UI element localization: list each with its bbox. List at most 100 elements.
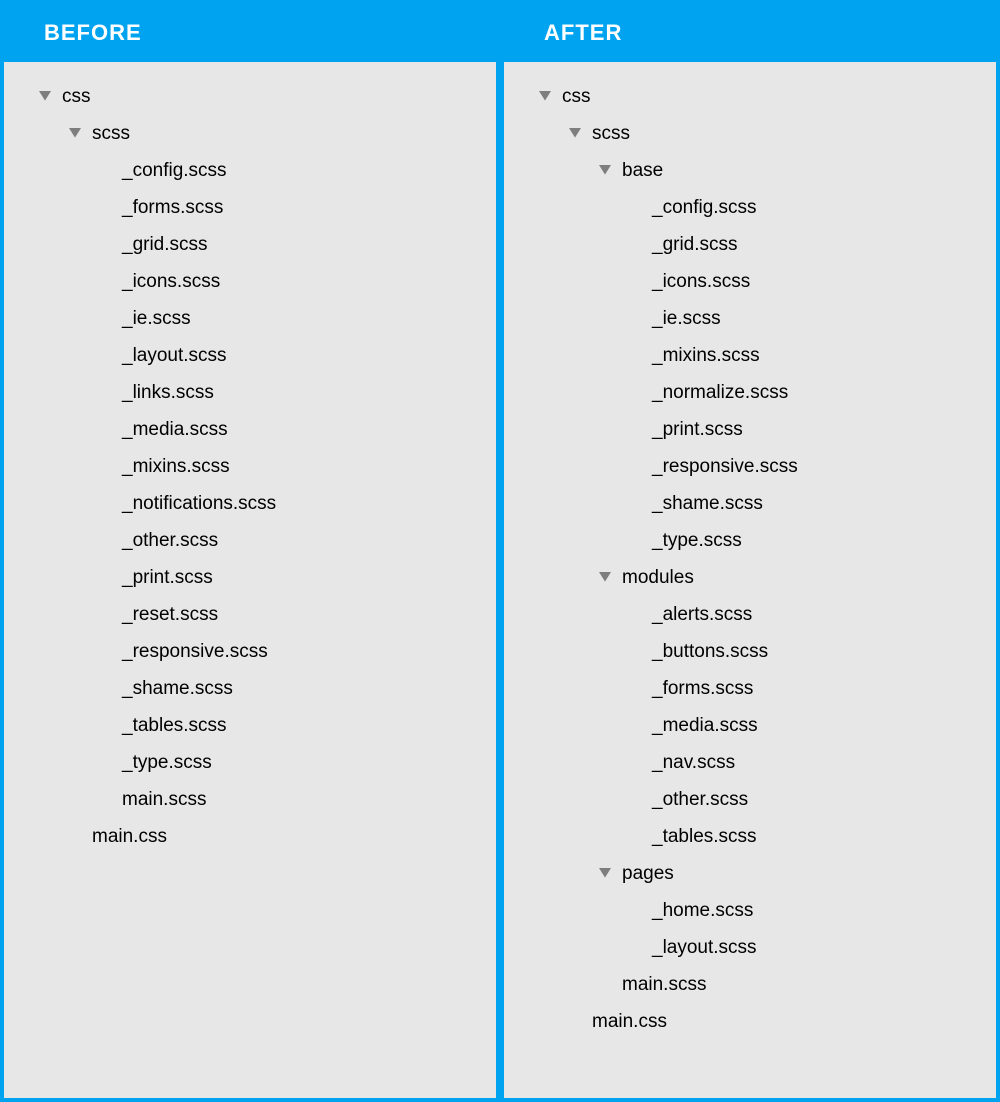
disclosure-triangle-icon[interactable] [566,125,584,143]
tree-file-row[interactable]: _icons.scss [36,263,476,300]
file-label: _other.scss [122,531,218,550]
tree-file-row[interactable]: _forms.scss [36,189,476,226]
folder-label: scss [592,124,630,143]
file-label: _forms.scss [122,198,223,217]
tree-file-row[interactable]: _grid.scss [36,226,476,263]
file-label: _normalize.scss [652,383,788,402]
file-label: main.scss [622,975,706,994]
file-label: _ie.scss [122,309,191,328]
after-panel: AFTER cssscss base _config.scss _grid.scss _… [500,0,1000,1102]
before-header: BEFORE [4,4,496,62]
tree-file-row[interactable]: _responsive.scss [536,448,976,485]
tree-file-row[interactable]: main.scss [536,966,976,1003]
folder-label: css [562,87,591,106]
file-label: _media.scss [122,420,228,439]
file-label: _links.scss [122,383,214,402]
tree-file-row[interactable]: _other.scss [536,781,976,818]
tree-folder-row[interactable]: modules [536,559,976,596]
disclosure-triangle-icon[interactable] [536,88,554,106]
tree-folder-row[interactable]: pages [536,855,976,892]
tree-file-row[interactable]: _config.scss [536,189,976,226]
file-label: _notifications.scss [122,494,276,513]
tree-file-row[interactable]: _print.scss [36,559,476,596]
file-label: _responsive.scss [122,642,268,661]
file-label: _shame.scss [652,494,763,513]
tree-file-row[interactable]: main.css [36,818,476,855]
tree-file-row[interactable]: main.scss [36,781,476,818]
file-label: main.css [92,827,167,846]
file-label: _config.scss [652,198,757,217]
file-label: _icons.scss [652,272,750,291]
tree-file-row[interactable]: _forms.scss [536,670,976,707]
folder-label: pages [622,864,674,883]
tree-file-row[interactable]: _media.scss [36,411,476,448]
tree-file-row[interactable]: _layout.scss [536,929,976,966]
tree-file-row[interactable]: _tables.scss [536,818,976,855]
tree-folder-row[interactable]: scss [36,115,476,152]
file-label: _buttons.scss [652,642,768,661]
tree-file-row[interactable]: main.css [536,1003,976,1040]
file-label: _media.scss [652,716,758,735]
file-label: _other.scss [652,790,748,809]
tree-file-row[interactable]: _other.scss [36,522,476,559]
file-label: _grid.scss [652,235,738,254]
tree-file-row[interactable]: _type.scss [536,522,976,559]
file-label: main.css [592,1012,667,1031]
tree-file-row[interactable]: _buttons.scss [536,633,976,670]
file-label: _tables.scss [122,716,227,735]
tree-file-row[interactable]: _reset.scss [36,596,476,633]
file-label: _forms.scss [652,679,753,698]
file-label: _grid.scss [122,235,208,254]
before-panel: BEFORE cssscss _config.scss _forms.scss _gr… [0,0,500,1102]
tree-file-row[interactable]: _nav.scss [536,744,976,781]
tree-file-row[interactable]: _home.scss [536,892,976,929]
file-label: _mixins.scss [652,346,760,365]
tree-folder-row[interactable]: css [536,78,976,115]
tree-file-row[interactable]: _mixins.scss [536,337,976,374]
tree-file-row[interactable]: _print.scss [536,411,976,448]
file-label: _shame.scss [122,679,233,698]
tree-file-row[interactable]: _icons.scss [536,263,976,300]
disclosure-triangle-icon[interactable] [596,162,614,180]
file-label: _type.scss [122,753,212,772]
before-title: BEFORE [44,20,142,45]
folder-label: base [622,161,663,180]
file-label: _home.scss [652,901,753,920]
tree-file-row[interactable]: _tables.scss [36,707,476,744]
tree-file-row[interactable]: _grid.scss [536,226,976,263]
tree-file-row[interactable]: _media.scss [536,707,976,744]
tree-folder-row[interactable]: css [36,78,476,115]
tree-folder-row[interactable]: base [536,152,976,189]
file-label: _layout.scss [652,938,757,957]
folder-label: css [62,87,91,106]
file-label: _config.scss [122,161,227,180]
tree-folder-row[interactable]: scss [536,115,976,152]
tree-file-row[interactable]: _links.scss [36,374,476,411]
folder-label: scss [92,124,130,143]
disclosure-triangle-icon[interactable] [596,865,614,883]
tree-file-row[interactable]: _mixins.scss [36,448,476,485]
file-label: _type.scss [652,531,742,550]
tree-file-row[interactable]: _alerts.scss [536,596,976,633]
file-label: _layout.scss [122,346,227,365]
file-label: _responsive.scss [652,457,798,476]
tree-file-row[interactable]: _notifications.scss [36,485,476,522]
file-label: _ie.scss [652,309,721,328]
tree-file-row[interactable]: _layout.scss [36,337,476,374]
tree-file-row[interactable]: _responsive.scss [36,633,476,670]
disclosure-triangle-icon[interactable] [36,88,54,106]
tree-file-row[interactable]: _config.scss [36,152,476,189]
after-tree: cssscss base _config.scss _grid.scss _icons.… [504,62,996,1060]
tree-file-row[interactable]: _ie.scss [536,300,976,337]
tree-file-row[interactable]: _shame.scss [36,670,476,707]
after-header: AFTER [504,4,996,62]
file-label: _alerts.scss [652,605,752,624]
tree-file-row[interactable]: _shame.scss [536,485,976,522]
folder-label: modules [622,568,694,587]
before-tree: cssscss _config.scss _forms.scss _grid.scss… [4,62,496,875]
disclosure-triangle-icon[interactable] [66,125,84,143]
tree-file-row[interactable]: _type.scss [36,744,476,781]
tree-file-row[interactable]: _ie.scss [36,300,476,337]
tree-file-row[interactable]: _normalize.scss [536,374,976,411]
disclosure-triangle-icon[interactable] [596,569,614,587]
